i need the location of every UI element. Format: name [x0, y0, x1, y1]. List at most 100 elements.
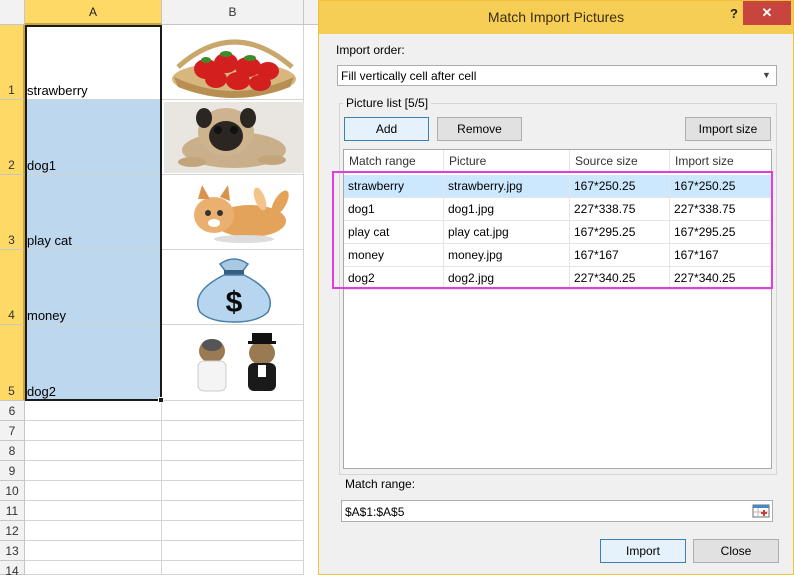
- source-size-cell: 227*338.75: [570, 198, 670, 221]
- table-row[interactable]: money money.jpg 167*167 167*167: [344, 244, 771, 267]
- spreadsheet: A B 1 2 3 4 5 6 7 8 9 10 11 12 13 14 str…: [0, 0, 320, 575]
- cell-a14[interactable]: [25, 561, 162, 575]
- row-header-8[interactable]: 8: [0, 441, 25, 461]
- column-header-import-size[interactable]: Import size: [670, 150, 771, 172]
- match-range-cell: play cat: [344, 221, 444, 244]
- dialog-title: Match Import Pictures: [487, 9, 625, 25]
- import-size-cell: 227*338.75: [670, 198, 771, 221]
- row-header-1[interactable]: 1: [0, 25, 25, 100]
- table-row[interactable]: dog1 dog1.jpg 227*338.75 227*338.75: [344, 198, 771, 221]
- select-all-corner[interactable]: [0, 0, 25, 25]
- cell-a8[interactable]: [25, 441, 162, 461]
- source-size-cell: 227*340.25: [570, 267, 670, 290]
- row-header-2[interactable]: 2: [0, 100, 25, 175]
- picture-list-table[interactable]: Match range Picture Source size Import s…: [343, 149, 772, 469]
- match-range-value: $A$1:$A$5: [345, 505, 405, 519]
- table-row[interactable]: dog2 dog2.jpg 227*340.25 227*340.25: [344, 267, 771, 290]
- cell-b7[interactable]: [162, 421, 304, 441]
- row-header-11[interactable]: 11: [0, 501, 25, 521]
- cell-a1[interactable]: strawberry: [25, 25, 162, 100]
- cell-b10[interactable]: [162, 481, 304, 501]
- help-button[interactable]: ?: [725, 5, 743, 23]
- cell-a12[interactable]: [25, 521, 162, 541]
- cell-a9[interactable]: [25, 461, 162, 481]
- cell-b6[interactable]: [162, 401, 304, 421]
- kitten-picture[interactable]: [164, 177, 304, 248]
- fill-handle[interactable]: [158, 397, 164, 403]
- import-size-cell: 167*295.25: [670, 221, 771, 244]
- column-header-source-size[interactable]: Source size: [570, 150, 670, 172]
- import-size-button[interactable]: Import size: [685, 117, 771, 141]
- svg-text:$: $: [226, 286, 243, 319]
- source-size-cell: 167*167: [570, 244, 670, 267]
- cell-a1-text: strawberry: [27, 83, 88, 98]
- row-header-13[interactable]: 13: [0, 541, 25, 561]
- match-range-input[interactable]: $A$1:$A$5: [341, 500, 773, 522]
- row-header-7[interactable]: 7: [0, 421, 25, 441]
- picture-list-label: Picture list [5/5]: [343, 96, 432, 110]
- row-header-5[interactable]: 5: [0, 325, 25, 401]
- import-size-cell: 227*340.25: [670, 267, 771, 290]
- table-row[interactable]: play cat play cat.jpg 167*295.25 167*295…: [344, 221, 771, 244]
- range-select-icon[interactable]: [752, 503, 770, 519]
- cell-a6[interactable]: [25, 401, 162, 421]
- add-button[interactable]: Add: [344, 117, 429, 141]
- row-header-14[interactable]: 14: [0, 561, 25, 575]
- yorkie-dogs-picture[interactable]: [164, 327, 304, 399]
- cell-a2-text: dog1: [27, 158, 56, 173]
- source-size-cell: 167*295.25: [570, 221, 670, 244]
- import-button[interactable]: Import: [600, 539, 686, 563]
- row-header-12[interactable]: 12: [0, 521, 25, 541]
- cell-b11[interactable]: [162, 501, 304, 521]
- cell-b12[interactable]: [162, 521, 304, 541]
- close-button[interactable]: Close: [693, 539, 779, 563]
- picture-cell: money.jpg: [444, 244, 570, 267]
- cell-b8[interactable]: [162, 441, 304, 461]
- import-order-label: Import order:: [336, 43, 405, 57]
- picture-cell: dog2.jpg: [444, 267, 570, 290]
- dialog-title-bar[interactable]: Match Import Pictures ? ✕: [319, 1, 793, 34]
- row-header-4[interactable]: 4: [0, 250, 25, 325]
- picture-cell: play cat.jpg: [444, 221, 570, 244]
- cell-a11[interactable]: [25, 501, 162, 521]
- close-window-button[interactable]: ✕: [743, 1, 791, 25]
- row-header-10[interactable]: 10: [0, 481, 25, 501]
- cell-a2[interactable]: dog1: [25, 100, 162, 175]
- match-range-cell: dog1: [344, 198, 444, 221]
- strawberry-basket-picture[interactable]: [164, 27, 304, 98]
- cell-b14[interactable]: [162, 561, 304, 575]
- match-range-label: Match range:: [345, 477, 416, 491]
- table-header: Match range Picture Source size Import s…: [344, 150, 771, 172]
- row-header-3[interactable]: 3: [0, 175, 25, 250]
- cell-b9[interactable]: [162, 461, 304, 481]
- chevron-down-icon[interactable]: ▼: [758, 67, 775, 84]
- column-header-picture[interactable]: Picture: [444, 150, 570, 172]
- cell-a3[interactable]: play cat: [25, 175, 162, 250]
- money-bag-picture[interactable]: $: [164, 252, 304, 323]
- remove-button[interactable]: Remove: [437, 117, 522, 141]
- cell-a10[interactable]: [25, 481, 162, 501]
- import-size-cell: 167*250.25: [670, 175, 771, 198]
- cell-a5[interactable]: dog2: [25, 325, 162, 401]
- cell-a4[interactable]: money: [25, 250, 162, 325]
- source-size-cell: 167*250.25: [570, 175, 670, 198]
- row-header-9[interactable]: 9: [0, 461, 25, 481]
- pug-dog-picture[interactable]: [164, 102, 304, 173]
- match-import-pictures-dialog: Match Import Pictures ? ✕ Import order: …: [318, 0, 794, 575]
- cell-a7[interactable]: [25, 421, 162, 441]
- import-order-value: Fill vertically cell after cell: [341, 69, 477, 83]
- column-header-b[interactable]: B: [162, 0, 304, 25]
- import-order-select[interactable]: Fill vertically cell after cell ▼: [337, 65, 777, 86]
- column-header-match-range[interactable]: Match range: [344, 150, 444, 172]
- match-range-cell: money: [344, 244, 444, 267]
- match-range-cell: strawberry: [344, 175, 444, 198]
- cell-a4-text: money: [27, 308, 67, 323]
- import-size-cell: 167*167: [670, 244, 771, 267]
- cell-a5-text: dog2: [27, 384, 56, 399]
- row-header-6[interactable]: 6: [0, 401, 25, 421]
- cell-b13[interactable]: [162, 541, 304, 561]
- table-row[interactable]: strawberry strawberry.jpg 167*250.25 167…: [344, 175, 771, 198]
- cell-a13[interactable]: [25, 541, 162, 561]
- match-range-cell: dog2: [344, 267, 444, 290]
- column-header-a[interactable]: A: [25, 0, 162, 25]
